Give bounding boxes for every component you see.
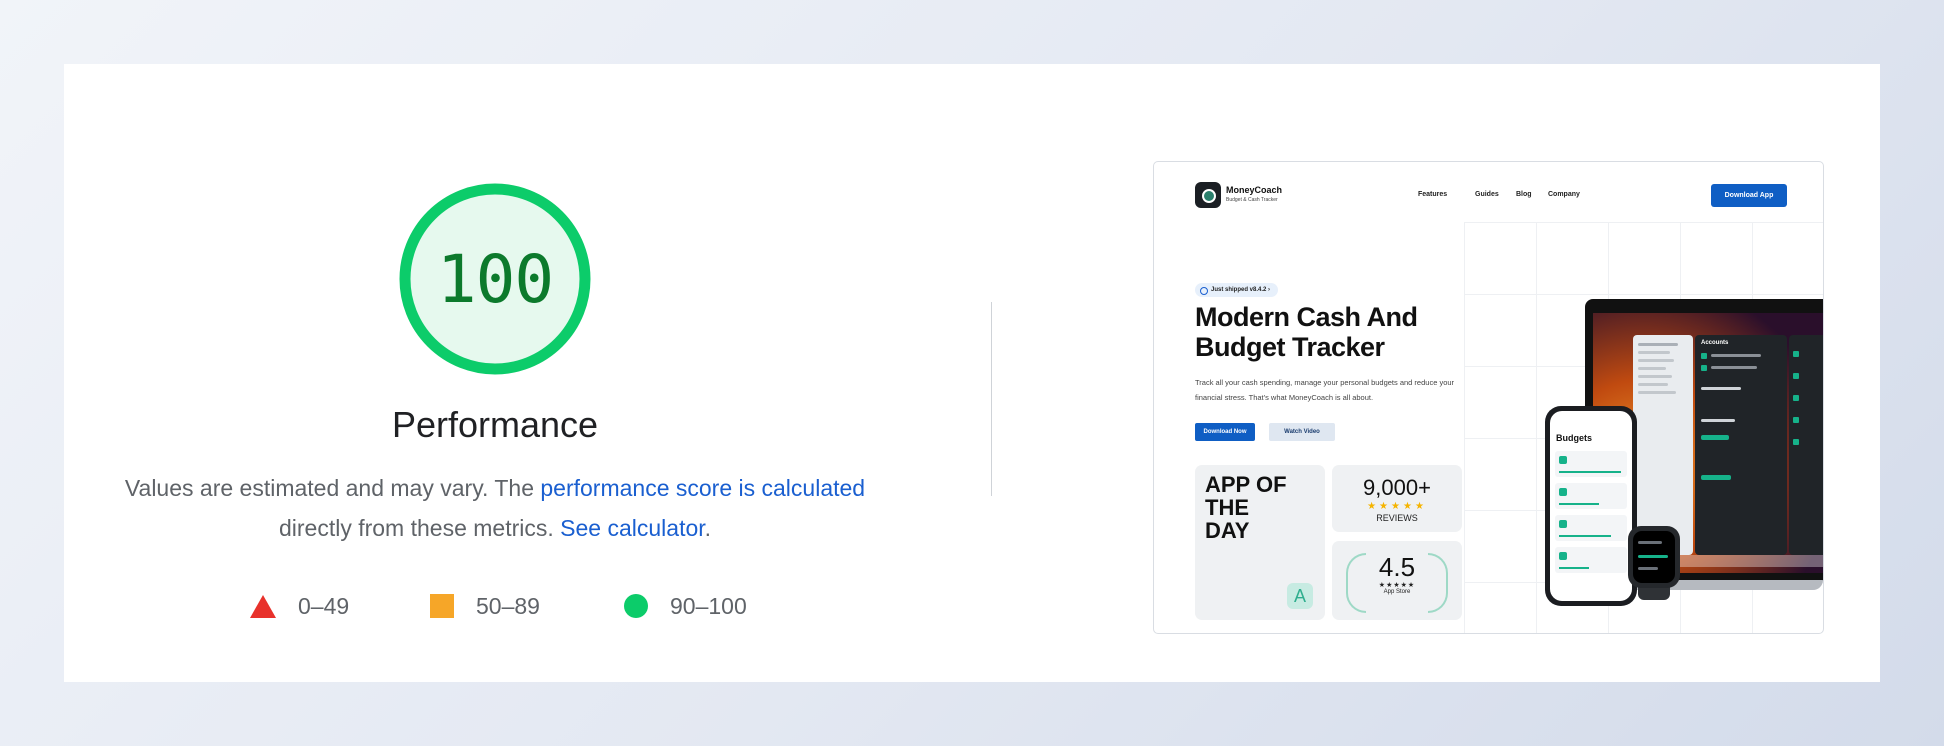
app-main-panel: Accounts xyxy=(1695,335,1787,555)
nav-link-guides: Guides xyxy=(1475,191,1499,198)
rating-card: 4.5 ★★★★★ App Store xyxy=(1332,541,1462,620)
panel-title: Accounts xyxy=(1701,340,1729,346)
orange-square-icon xyxy=(430,594,454,618)
hero-headline: Modern Cash And Budget Tracker xyxy=(1195,302,1418,362)
legend-item-fail: 0–49 xyxy=(250,590,349,622)
lighthouse-report-card: 100 Performance Values are estimated and… xyxy=(64,64,1880,682)
description-period: . xyxy=(704,515,712,541)
reviews-card: 9,000+ ★★★★★ REVIEWS xyxy=(1332,465,1462,532)
brand-name: MoneyCoach xyxy=(1226,185,1283,195)
phone-screen: Budgets xyxy=(1550,411,1632,601)
nav-link-blog: Blog xyxy=(1516,191,1532,198)
score-value: 100 xyxy=(436,240,554,318)
legend-range: 90–100 xyxy=(670,592,747,619)
legend-item-pass: 90–100 xyxy=(624,590,747,622)
category-title: Performance xyxy=(391,404,599,445)
nav-link-features: Features xyxy=(1418,191,1448,198)
score-calculated-link[interactable]: performance score is calculated xyxy=(540,475,865,501)
watch-mockup xyxy=(1628,526,1680,588)
release-pill: Just shipped v8.4.2 › xyxy=(1195,283,1279,297)
phone-title: Budgets xyxy=(1556,433,1592,443)
moneycoach-logo-icon xyxy=(1195,182,1221,208)
watch-video-button: Watch Video xyxy=(1269,423,1335,441)
brand-tagline: Budget & Cash Tracker xyxy=(1226,197,1278,203)
score-legend: 0–49 50–89 90–100 xyxy=(64,590,926,622)
phone-mockup: Budgets xyxy=(1545,406,1637,606)
reviews-stars: ★★★★★ xyxy=(1367,501,1427,512)
section-divider xyxy=(991,302,992,496)
award-text: APP OF THE DAY xyxy=(1205,472,1287,543)
reviews-count: 9,000+ xyxy=(1363,475,1431,500)
legend-range: 50–89 xyxy=(476,592,540,619)
score-description: Values are estimated and may vary. The p… xyxy=(94,468,896,548)
download-now-button: Download Now xyxy=(1195,423,1255,441)
hero-subtext: Track all your cash spending, manage you… xyxy=(1195,378,1455,402)
description-text-2: directly from these metrics. xyxy=(278,515,561,541)
green-circle-icon xyxy=(624,594,648,618)
watch-screen xyxy=(1633,531,1675,583)
red-triangle-icon xyxy=(250,594,276,618)
see-calculator-link[interactable]: See calculator xyxy=(560,515,704,541)
app-store-icon: A xyxy=(1287,583,1313,609)
laurel-left-icon xyxy=(1346,553,1366,613)
final-screenshot-thumbnail[interactable]: MoneyCoach Budget & Cash Tracker Feature… xyxy=(1153,161,1824,634)
app-sidebar xyxy=(1633,335,1693,555)
laurel-right-icon xyxy=(1428,553,1448,613)
app-of-the-day-card: APP OF THE DAY A xyxy=(1195,465,1325,620)
description-text: Values are estimated and may vary. The xyxy=(124,475,541,501)
download-app-button: Download App xyxy=(1711,184,1787,207)
legend-range: 0–49 xyxy=(298,592,350,619)
legend-item-average: 50–89 xyxy=(430,590,540,622)
app-right-panel xyxy=(1789,335,1823,555)
reviews-label: REVIEWS xyxy=(1376,513,1418,523)
nav-link-company: Company xyxy=(1548,191,1580,198)
